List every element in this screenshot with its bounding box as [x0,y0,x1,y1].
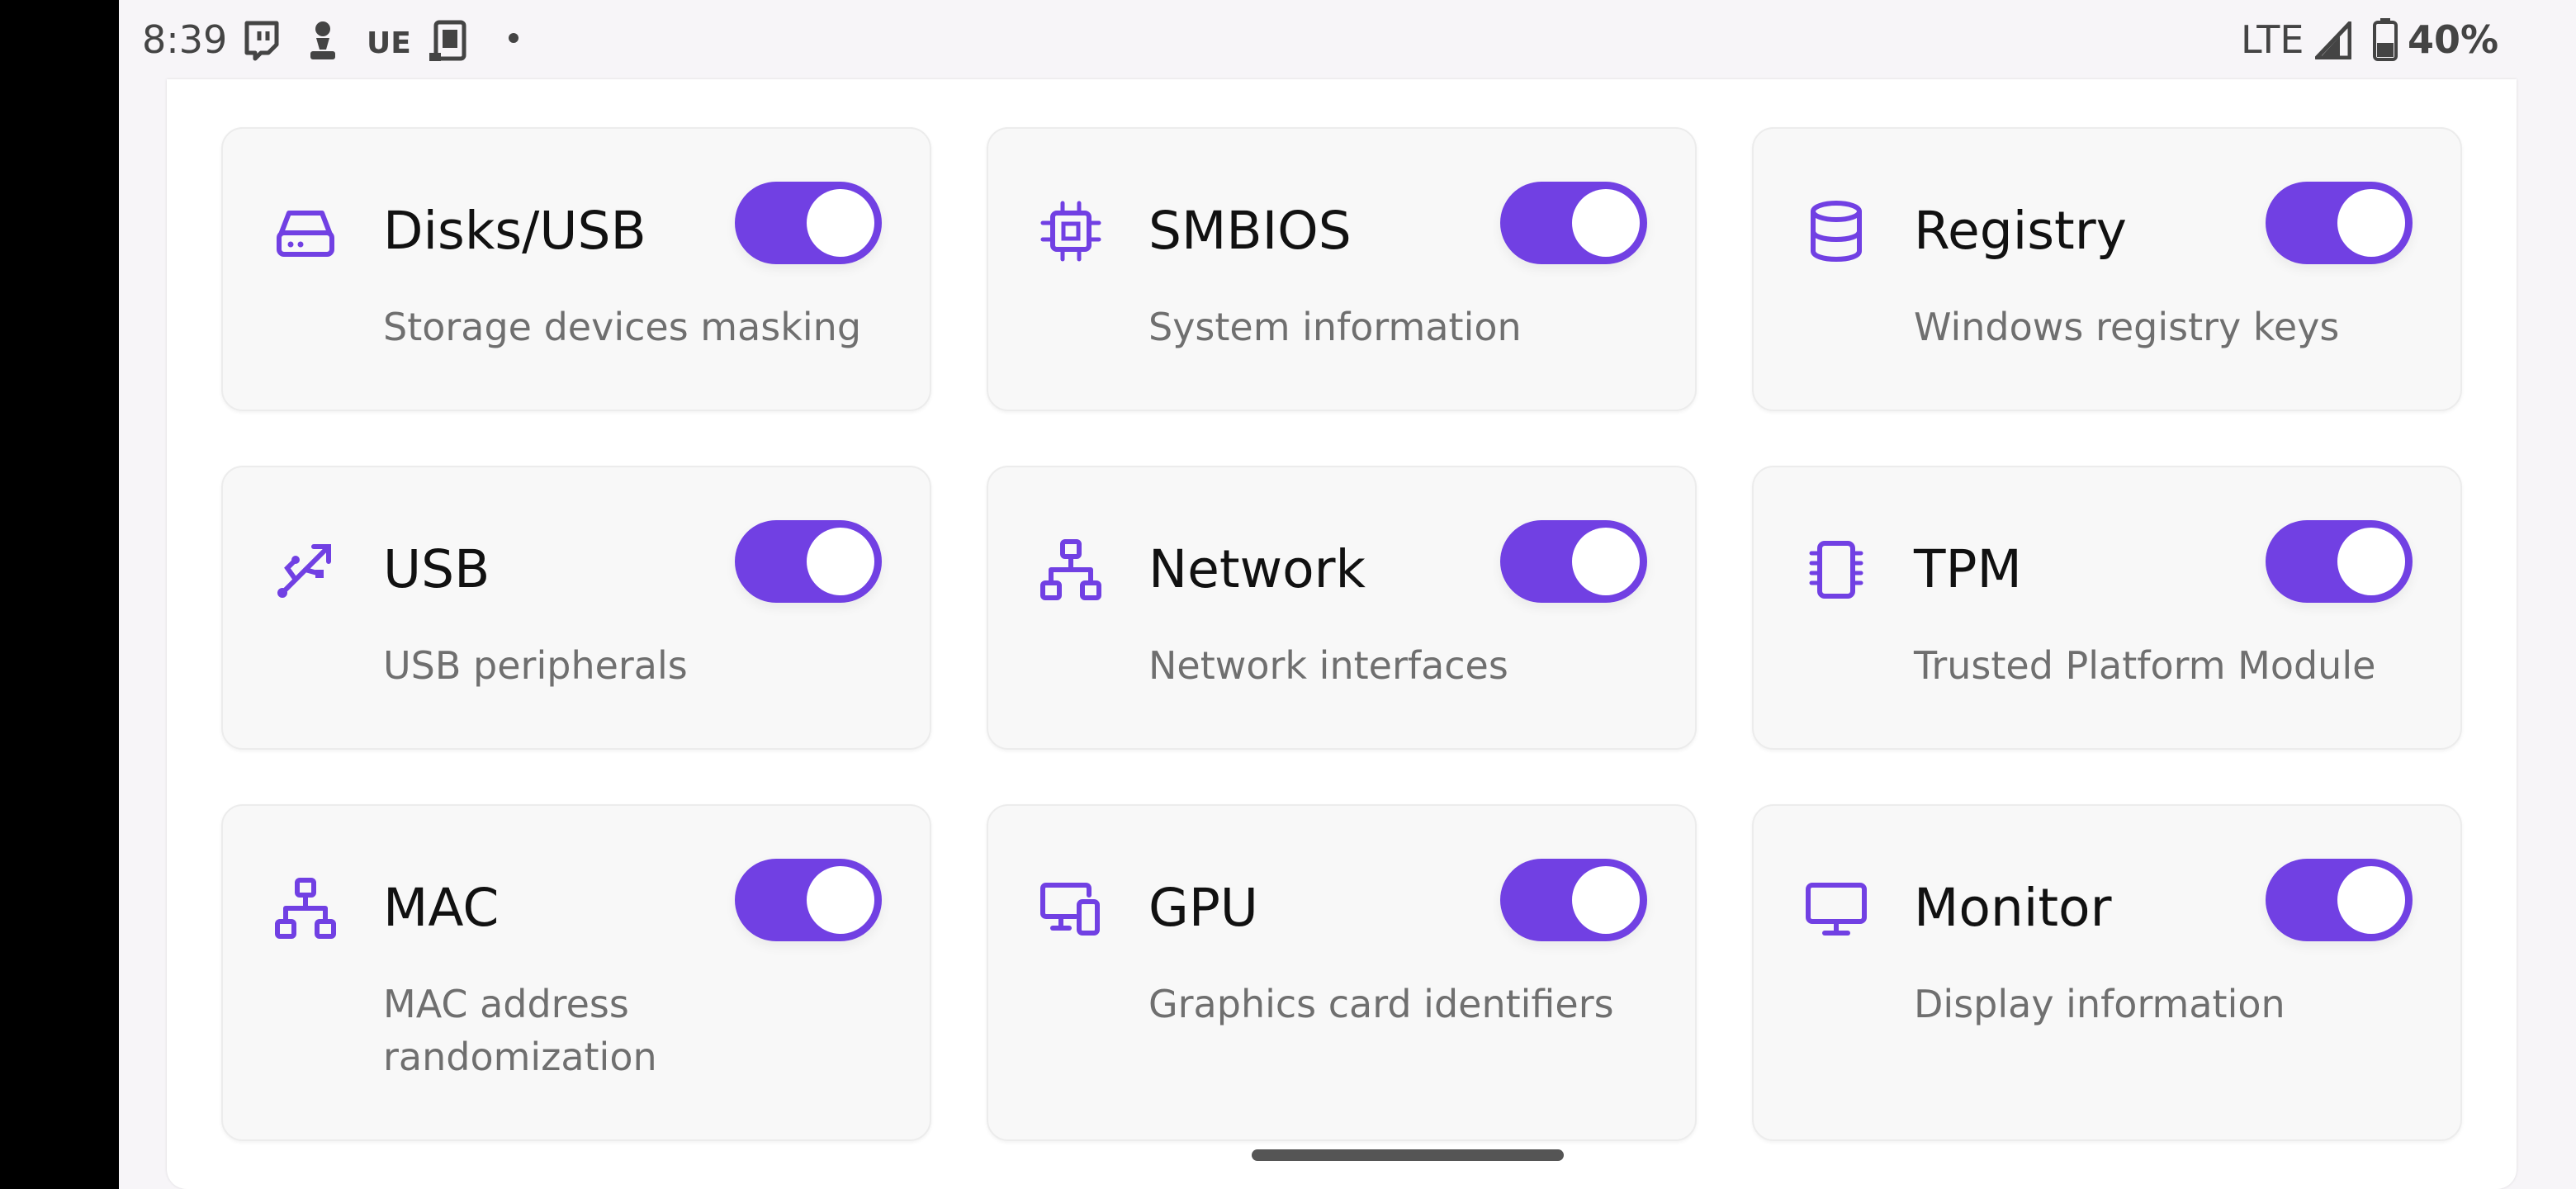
toggle-knob [1572,189,1640,257]
usb-toggle[interactable] [735,520,882,603]
status-bar: 8:39 UE LTE 40% [119,0,2576,79]
card-description: USB peripherals [383,643,688,688]
settings-panel: Disks/USB Storage devices masking SMBIOS… [167,79,2517,1189]
toggle-knob [1572,528,1640,595]
disks-usb-toggle[interactable] [735,182,882,264]
card-registry: Registry Windows registry keys [1752,127,2462,411]
card-smbios: SMBIOS System information [987,127,1697,411]
card-title: GPU [1148,878,1258,938]
card-description: System information [1148,305,1522,349]
card-title: Network [1148,539,1366,599]
card-description: Display information [1914,982,2285,1026]
card-description: Trusted Platform Module [1914,643,2376,688]
home-indicator[interactable] [1252,1149,1564,1161]
card-title: MAC [383,878,500,938]
gpu-toggle[interactable] [1500,859,1647,941]
chess-pawn-icon [310,21,335,59]
card-usb: USB USB peripherals [221,466,931,750]
card-tpm: TPM Trusted Platform Module [1752,466,2462,750]
cpu-chip-icon [1040,201,1101,262]
registry-toggle[interactable] [2266,182,2413,264]
toggle-knob [2337,189,2405,257]
mac-network-icon [275,878,336,939]
signal-icon [2315,21,2351,59]
tpm-chip-icon [1809,541,1863,599]
toggle-knob [807,528,874,595]
twitch-icon [244,21,279,61]
card-description: Storage devices masking [383,305,862,349]
network-icon [1040,539,1101,600]
card-monitor: Monitor Display information [1752,804,2462,1141]
card-title: USB [383,539,490,599]
phone-screen: 8:39 UE LTE 40% Disks/USB Storage device… [119,0,2576,1189]
network-type: LTE [2241,17,2304,62]
toggle-knob [2337,866,2405,934]
monitor-icon [1806,883,1867,936]
card-title: SMBIOS [1148,201,1352,261]
database-icon [1811,201,1862,263]
toggle-knob [807,189,874,257]
gpu-devices-icon [1040,883,1100,936]
hard-drive-icon [277,211,334,257]
card-title: Monitor [1914,878,2112,938]
card-description: Graphics card identifiers [1148,982,1614,1026]
battery-icon [2373,18,2398,61]
card-mac: MAC MAC address randomization [221,804,931,1141]
ue-icon: UE [367,26,411,60]
dot-icon [509,33,519,43]
card-title: Registry [1914,201,2127,261]
toggle-knob [2337,528,2405,595]
toggle-knob [807,866,874,934]
phone-icon [429,20,466,61]
card-description: Network interfaces [1148,643,1508,688]
toggle-knob [1572,866,1640,934]
status-time: 8:39 [142,17,228,62]
card-description: MAC address randomization [383,982,657,1079]
smbios-toggle[interactable] [1500,182,1647,264]
card-network: Network Network interfaces [987,466,1697,750]
usb-icon [277,544,331,598]
card-description: Windows registry keys [1914,305,2340,349]
tpm-toggle[interactable] [2266,520,2413,603]
monitor-toggle[interactable] [2266,859,2413,941]
card-title: TPM [1914,539,2022,599]
card-title: Disks/USB [383,201,646,261]
mac-toggle[interactable] [735,859,882,941]
battery-percentage: 40% [2408,17,2499,62]
card-disks-usb: Disks/USB Storage devices masking [221,127,931,411]
network-toggle[interactable] [1500,520,1647,603]
card-gpu: GPU Graphics card identifiers [987,804,1697,1141]
